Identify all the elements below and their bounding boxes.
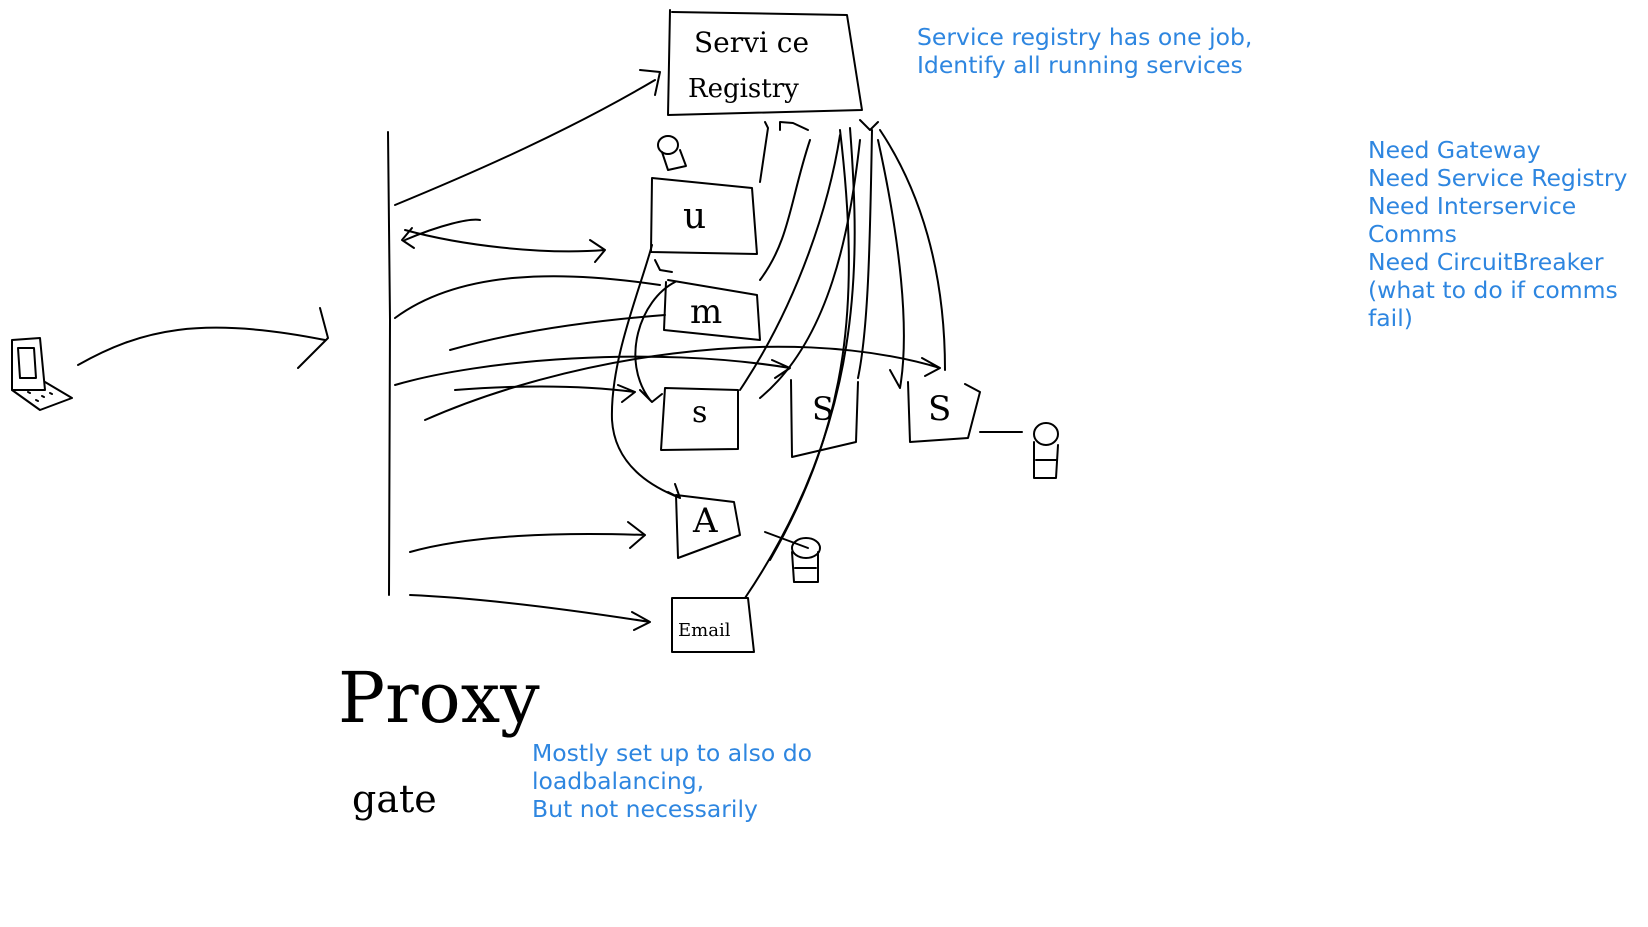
- registry-label-line2: Registry: [688, 74, 799, 104]
- service-email-label: Email: [678, 620, 731, 641]
- needs-note-line: fail): [1368, 304, 1413, 332]
- service-m-label: m: [690, 292, 722, 332]
- registry-note-line: Identify all running services: [917, 51, 1243, 79]
- needs-note-line: Need Gateway: [1368, 136, 1541, 164]
- gate-label: gate: [352, 777, 437, 821]
- needs-note-line: Comms: [1368, 220, 1457, 248]
- laptop-icon: [11, 337, 73, 411]
- service-box-a: A: [675, 494, 741, 559]
- registry-note: Service registry has one job, Identify a…: [917, 23, 1252, 79]
- proxy-label: Proxy: [338, 657, 540, 739]
- database-icon-s3: [979, 422, 1059, 479]
- service-box-s1: s: [660, 387, 739, 451]
- database-icon-a: [764, 531, 821, 583]
- service-box-s3: S: [907, 381, 981, 443]
- service-s1-label: s: [692, 395, 707, 430]
- registry-note-line: Service registry has one job,: [917, 23, 1253, 51]
- proxy-gate-label: Proxy gate: [338, 657, 540, 821]
- loadbalancing-note: Mostly set up to also do loadbalancing, …: [532, 739, 812, 823]
- service-s3-label: S: [928, 389, 951, 429]
- service-box-email: Email: [671, 597, 755, 653]
- client-arrow: [77, 307, 329, 369]
- registry-link-curves: [610, 119, 946, 599]
- service-registry-box: Servi ce Registry: [667, 9, 863, 116]
- database-icon-u: [657, 135, 687, 171]
- service-a-label: A: [692, 501, 718, 541]
- needs-note-line: (what to do if comms: [1368, 276, 1618, 304]
- needs-note-line: Need CircuitBreaker: [1368, 248, 1604, 276]
- needs-note: Need Gateway Need Service Registry Need …: [1368, 136, 1627, 332]
- loadbalancing-note-line: Mostly set up to also do: [532, 739, 813, 767]
- needs-note-line: Need Interservice: [1368, 192, 1577, 220]
- service-s2-label: S: [812, 390, 834, 428]
- service-box-s2: S: [790, 379, 859, 458]
- service-box-u: u: [650, 177, 758, 255]
- service-box-m: m: [663, 279, 761, 341]
- needs-note-line: Need Service Registry: [1368, 164, 1628, 192]
- loadbalancing-note-line: But not necessarily: [532, 795, 758, 823]
- gateway-bar: [387, 131, 391, 596]
- service-u-label: u: [683, 196, 706, 237]
- loadbalancing-note-line: loadbalancing,: [532, 767, 705, 795]
- registry-label-line1: Servi ce: [694, 26, 809, 59]
